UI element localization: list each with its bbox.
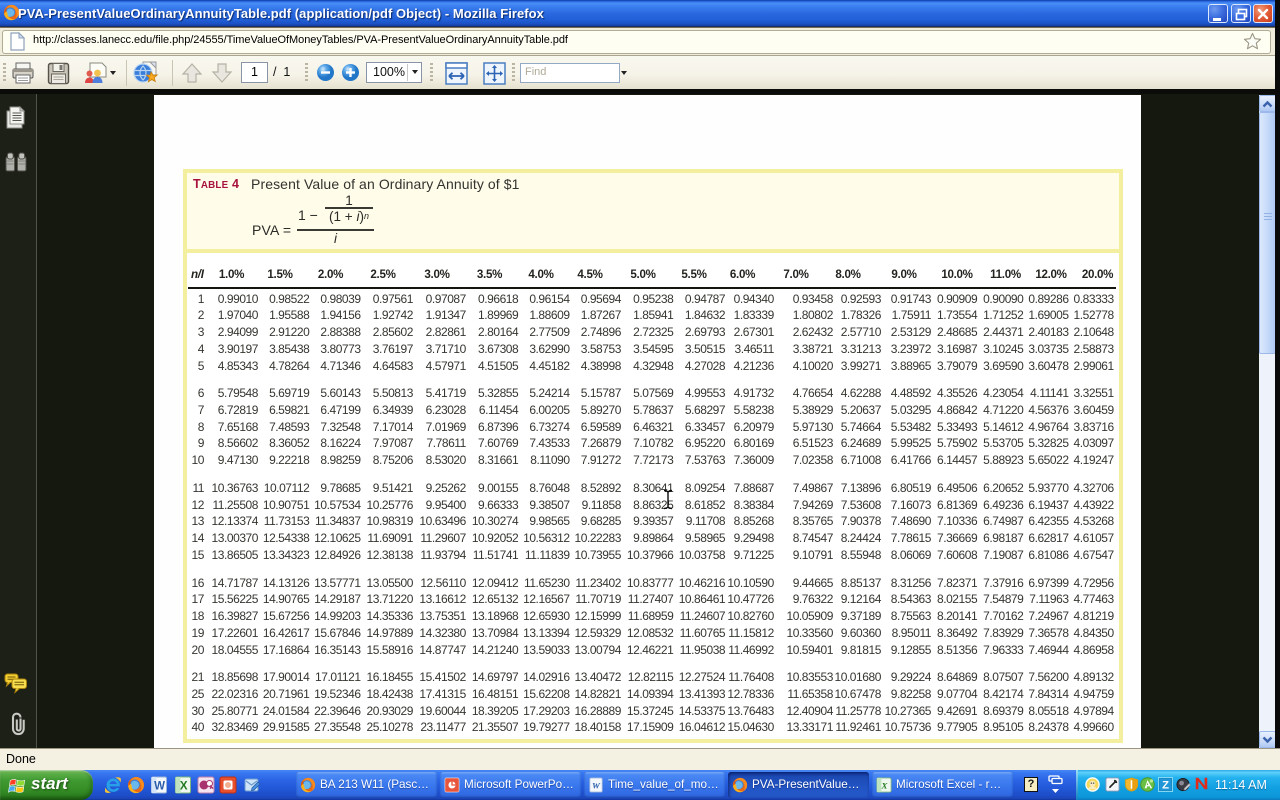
svg-text:Z: Z (1162, 780, 1169, 792)
svg-text:W: W (592, 781, 601, 791)
svg-text:X: X (880, 781, 888, 791)
svg-text:W: W (154, 781, 165, 793)
svg-text:X: X (180, 781, 188, 793)
